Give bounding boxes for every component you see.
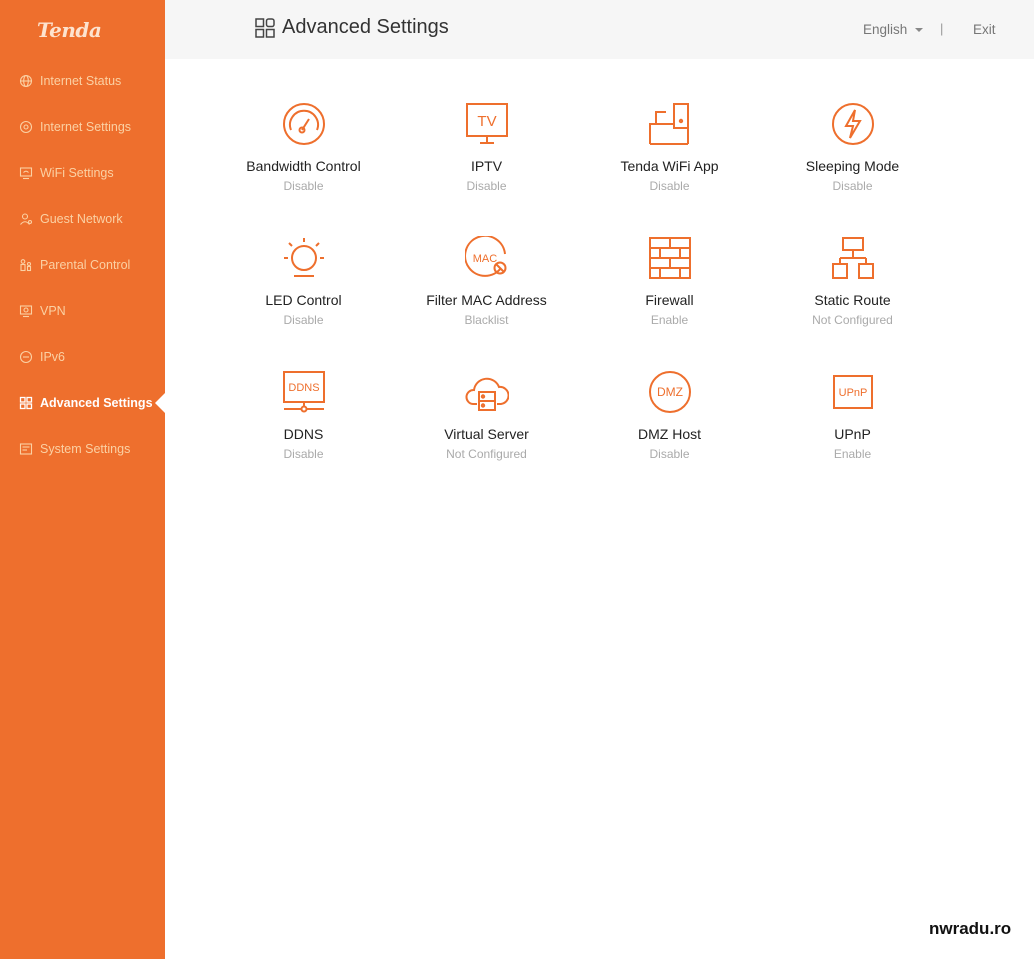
tile-name: Firewall bbox=[645, 292, 694, 308]
tile-upnp[interactable]: UPnP UPnP Enable bbox=[761, 366, 944, 476]
cloud-server-icon bbox=[465, 377, 509, 411]
sidebar-item-label: Advanced Settings bbox=[40, 396, 153, 410]
tile-status: Disable bbox=[832, 179, 873, 193]
guest-user-icon bbox=[20, 213, 33, 225]
tenda-logo: Tenda bbox=[37, 18, 102, 42]
lightning-icon bbox=[832, 103, 874, 145]
grid-icon bbox=[19, 396, 33, 410]
tile-status: Disable bbox=[649, 447, 690, 461]
vpn-icon bbox=[19, 305, 33, 318]
sidebar-item-advanced-settings[interactable]: Advanced Settings bbox=[0, 380, 165, 426]
tile-tenda-wifi-app[interactable]: Tenda WiFi App Disable bbox=[578, 98, 761, 208]
sidebar-item-label: Parental Control bbox=[40, 258, 131, 272]
tile-status: Blacklist bbox=[464, 313, 509, 327]
parental-icon bbox=[20, 259, 32, 272]
sidebar-item-system-settings[interactable]: System Settings bbox=[0, 426, 165, 472]
globe-icon bbox=[19, 74, 33, 88]
header-separator: | bbox=[940, 21, 944, 36]
sidebar-item-label: Internet Settings bbox=[40, 120, 132, 134]
bulb-icon bbox=[284, 238, 324, 277]
settings-circle-icon bbox=[19, 120, 33, 134]
wifi-monitor-icon bbox=[19, 167, 33, 180]
tile-virtual-server[interactable]: Virtual Server Not Configured bbox=[395, 366, 578, 476]
tile-firewall[interactable]: Firewall Enable bbox=[578, 232, 761, 342]
sidebar-item-label: Internet Status bbox=[40, 74, 122, 88]
tile-name: Sleeping Mode bbox=[805, 158, 900, 174]
tile-sleeping-mode[interactable]: Sleeping Mode Disable bbox=[761, 98, 944, 208]
sidebar-nav: Internet Status Internet Settings WiFi S… bbox=[0, 58, 165, 472]
tile-name: DDNS bbox=[283, 426, 324, 442]
system-icon bbox=[19, 443, 33, 455]
sidebar-item-label: VPN bbox=[40, 304, 66, 318]
tile-name: Tenda WiFi App bbox=[620, 158, 719, 174]
sidebar-item-label: Guest Network bbox=[40, 212, 123, 226]
ddns-icon-text: DDNS bbox=[288, 382, 319, 394]
sidebar-item-internet-settings[interactable]: Internet Settings bbox=[0, 104, 165, 150]
sidebar-item-parental-control[interactable]: Parental Control bbox=[0, 242, 165, 288]
tile-status: Not Configured bbox=[812, 313, 893, 327]
sidebar-item-label: WiFi Settings bbox=[40, 166, 114, 180]
tile-status: Disable bbox=[283, 179, 324, 193]
tile-status: Enable bbox=[650, 313, 689, 327]
tile-status: Disable bbox=[283, 447, 324, 461]
tile-status: Disable bbox=[649, 179, 690, 193]
grid-icon bbox=[255, 17, 275, 38]
tile-name: LED Control bbox=[265, 292, 342, 308]
mac-filter-icon: MAC bbox=[465, 236, 507, 277]
dmz-icon: DMZ bbox=[649, 371, 691, 413]
tile-status: Not Configured bbox=[446, 447, 527, 461]
sidebar-item-label: IPv6 bbox=[40, 350, 66, 364]
tile-name: Filter MAC Address bbox=[426, 292, 547, 308]
sidebar-item-wifi-settings[interactable]: WiFi Settings bbox=[0, 150, 165, 196]
tile-static-route[interactable]: Static Route Not Configured bbox=[761, 232, 944, 342]
tv-icon-text: TV bbox=[477, 113, 496, 130]
chevron-down-icon bbox=[915, 27, 924, 32]
tv-icon: TV bbox=[466, 103, 508, 144]
mac-icon-text: MAC bbox=[473, 253, 498, 265]
tile-led-control[interactable]: LED Control Disable bbox=[212, 232, 395, 342]
sidebar-item-label: System Settings bbox=[40, 442, 131, 456]
tile-bandwidth-control[interactable]: Bandwidth Control Disable bbox=[212, 98, 395, 208]
tile-name: Virtual Server bbox=[444, 426, 529, 442]
tile-dmz-host[interactable]: DMZ DMZ Host Disable bbox=[578, 366, 761, 476]
firewall-icon bbox=[649, 237, 691, 279]
sidebar: Tenda Internet Status Internet Settings … bbox=[0, 0, 165, 959]
tile-name: DMZ Host bbox=[638, 426, 701, 442]
tile-name: Bandwidth Control bbox=[246, 158, 361, 174]
tile-filter-mac-address[interactable]: MAC Filter MAC Address Blacklist bbox=[395, 232, 578, 342]
ddns-icon: DDNS bbox=[283, 371, 325, 413]
tile-iptv[interactable]: TV IPTV Disable bbox=[395, 98, 578, 208]
ipv6-icon bbox=[19, 350, 33, 364]
page-title-text: Advanced Settings bbox=[282, 16, 449, 38]
sidebar-item-ipv6[interactable]: IPv6 bbox=[0, 334, 165, 380]
tile-status: Disable bbox=[283, 313, 324, 327]
tile-name: IPTV bbox=[470, 158, 503, 174]
gauge-icon bbox=[283, 103, 325, 145]
route-icon bbox=[832, 237, 874, 279]
sidebar-item-internet-status[interactable]: Internet Status bbox=[0, 58, 165, 104]
upnp-icon-text: UPnP bbox=[839, 387, 868, 399]
page-title: Advanced Settings bbox=[254, 16, 449, 39]
tile-ddns[interactable]: DDNS DDNS Disable bbox=[212, 366, 395, 476]
dmz-icon-text: DMZ bbox=[657, 385, 683, 399]
tile-name: Static Route bbox=[814, 292, 891, 308]
phone-app-icon bbox=[649, 103, 689, 145]
header: Advanced Settings English | Exit bbox=[165, 0, 1034, 59]
language-select[interactable]: English bbox=[863, 22, 924, 37]
watermark-text: nwradu.ro bbox=[929, 919, 1012, 938]
tile-status: Enable bbox=[833, 447, 872, 461]
language-label: English bbox=[863, 22, 908, 37]
tile-name: UPnP bbox=[834, 426, 871, 442]
sidebar-item-guest-network[interactable]: Guest Network bbox=[0, 196, 165, 242]
sidebar-item-vpn[interactable]: VPN bbox=[0, 288, 165, 334]
upnp-icon: UPnP bbox=[833, 375, 873, 409]
tile-status: Disable bbox=[466, 179, 507, 193]
exit-link[interactable]: Exit bbox=[973, 22, 996, 37]
